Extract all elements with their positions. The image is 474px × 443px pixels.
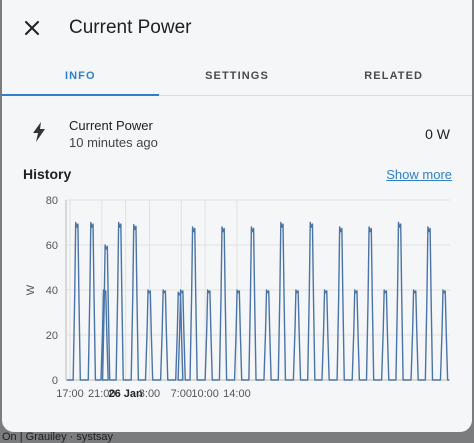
y-tick-label: 60 [46, 240, 58, 252]
entity-state: 0 W [425, 126, 450, 142]
y-axis-label: W [25, 284, 37, 295]
x-tick-label: 10:00 [191, 388, 219, 400]
tab-bar: INFO SETTINGS RELATED [2, 56, 472, 96]
history-title: History [23, 166, 72, 182]
more-info-dialog: Current Power INFO SETTINGS RELATED Curr… [2, 0, 472, 432]
y-tick-label: 0 [52, 375, 58, 387]
lightning-bolt-icon [33, 122, 45, 142]
series-line [66, 221, 450, 381]
x-tick-label: 3:00 [139, 388, 160, 400]
dialog-title: Current Power [69, 17, 192, 38]
show-more-link[interactable]: Show more [386, 167, 452, 182]
close-icon [25, 21, 39, 35]
dialog-header: Current Power [2, 0, 472, 56]
x-tick-label: 14:00 [223, 388, 251, 400]
x-tick-label: 7:00 [171, 388, 192, 400]
tab-related[interactable]: RELATED [315, 56, 472, 95]
x-tick-label: 17:00 [56, 388, 84, 400]
y-tick-label: 80 [46, 195, 58, 207]
y-tick-label: 40 [46, 285, 58, 297]
y-tick-label: 20 [46, 330, 58, 342]
close-button[interactable] [18, 14, 46, 42]
entity-row: Current Power 10 minutes ago 0 W [2, 110, 472, 156]
backdrop-text: On | Grauiley · systsay [2, 431, 114, 443]
history-chart: 02040608017:00 21:0026 Jan3:00 7:00 10:00 14… [25, 195, 450, 400]
entity-last-changed: 10 minutes ago [69, 135, 158, 150]
tab-settings[interactable]: SETTINGS [159, 56, 316, 95]
tab-info[interactable]: INFO [2, 56, 159, 96]
entity-name: Current Power [69, 118, 153, 133]
